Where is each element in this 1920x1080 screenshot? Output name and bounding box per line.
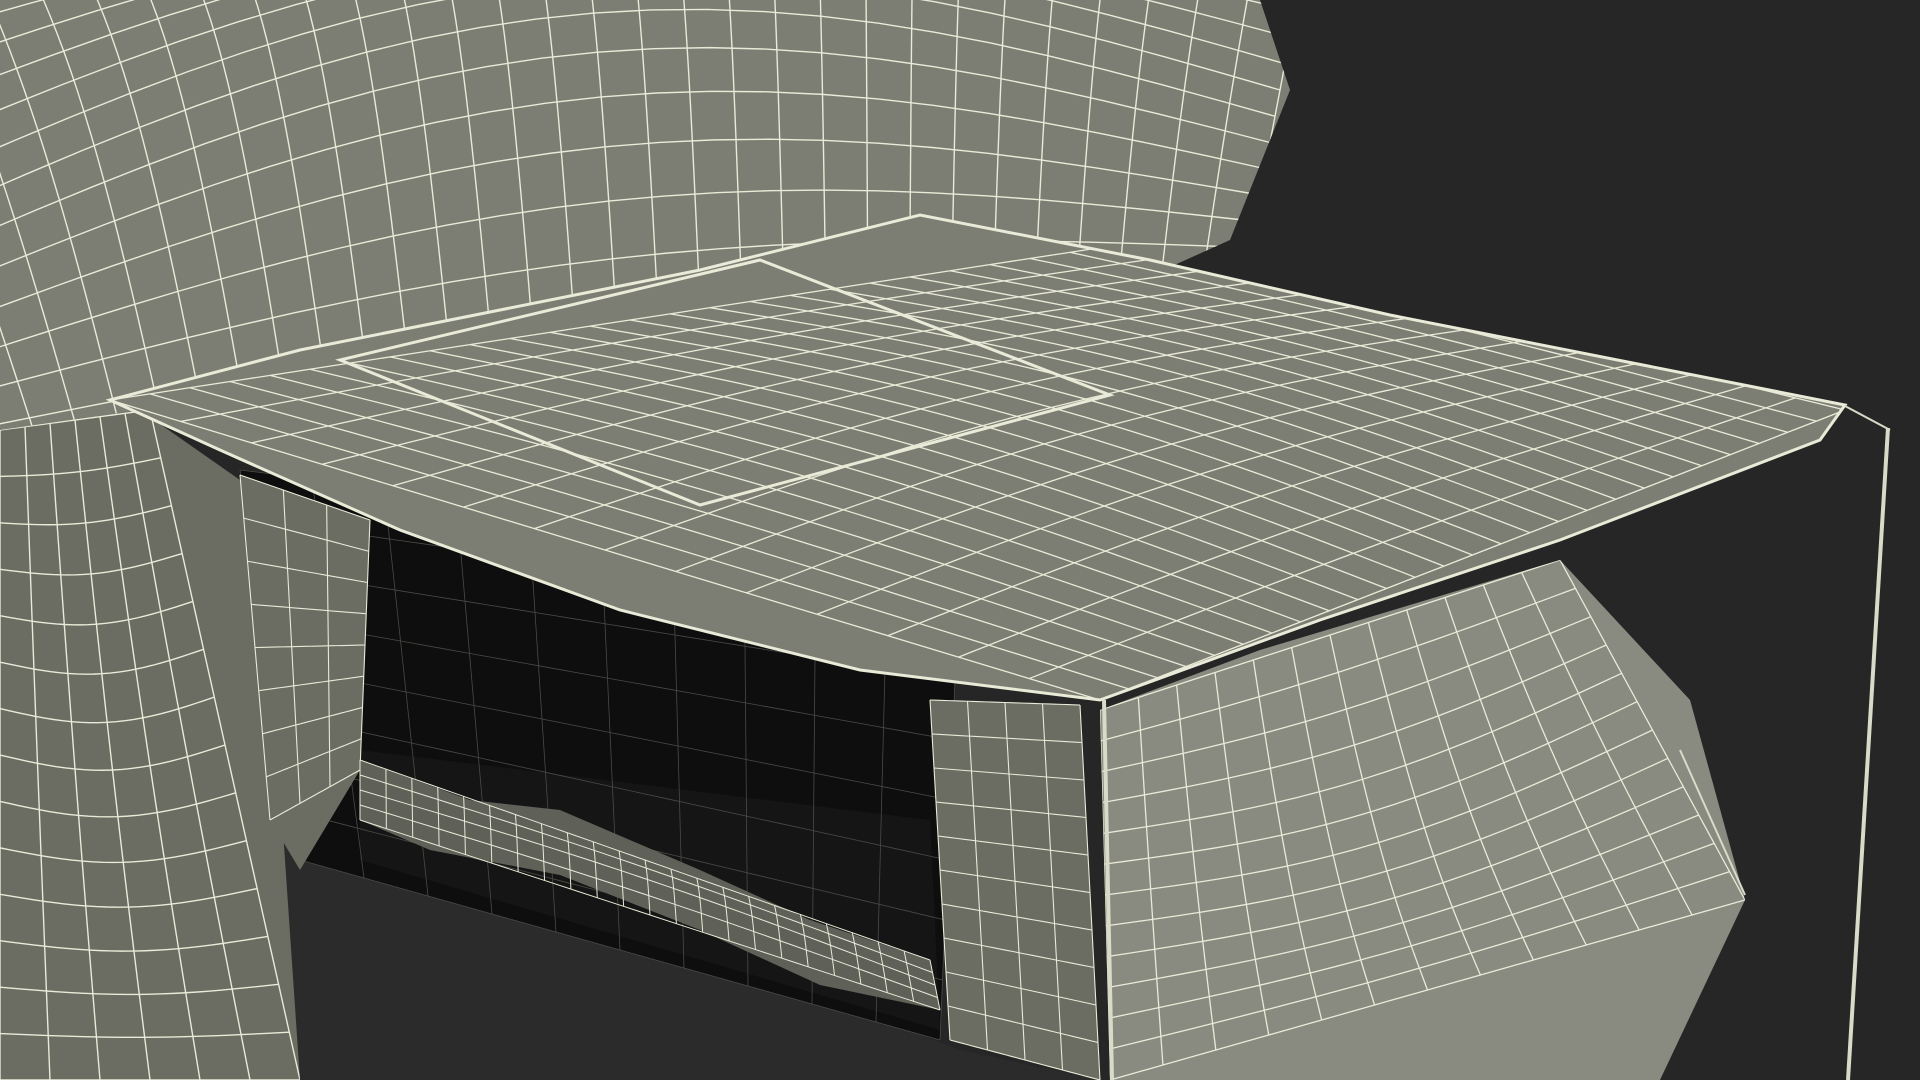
guy-line xyxy=(1844,405,1891,431)
3d-viewport[interactable] xyxy=(0,0,1920,1080)
awning-pole xyxy=(1846,427,1890,1080)
tent-wireframe-render xyxy=(0,0,1891,1080)
